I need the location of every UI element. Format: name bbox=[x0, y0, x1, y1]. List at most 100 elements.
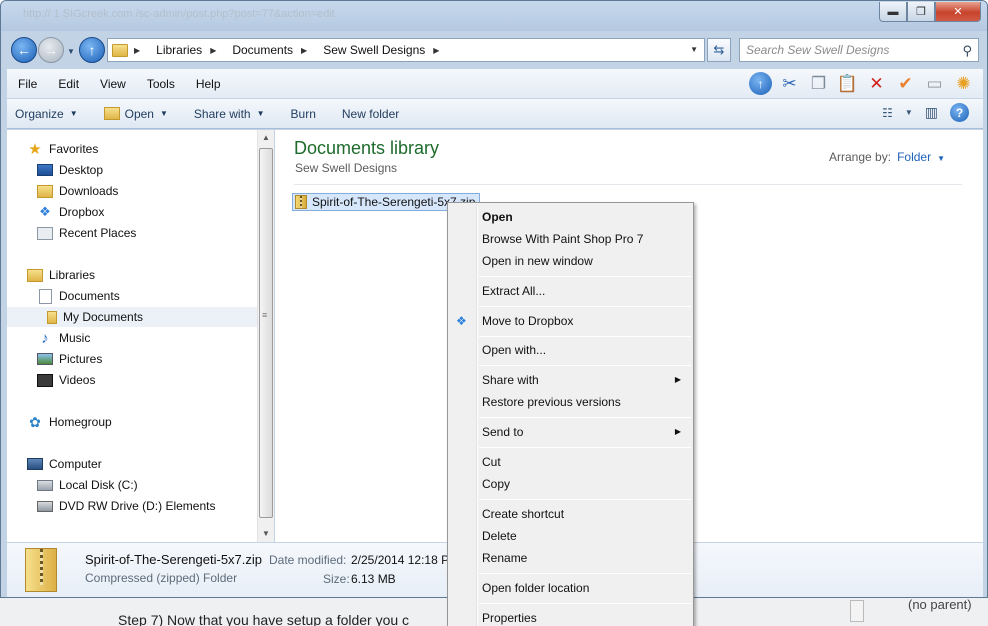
libraries-icon bbox=[27, 268, 43, 282]
ctx-copy[interactable]: Copy bbox=[450, 473, 691, 495]
share-with-button[interactable]: Share with ▼ bbox=[194, 107, 265, 121]
ctx-browse-psp[interactable]: Browse With Paint Shop Pro 7 bbox=[450, 228, 691, 250]
ctx-delete[interactable]: Delete bbox=[450, 525, 691, 547]
nav-downloads[interactable]: Downloads bbox=[37, 181, 118, 201]
scroll-grip-icon: ≡ bbox=[262, 310, 268, 320]
search-input[interactable]: Search Sew Swell Designs ⚲ bbox=[739, 38, 979, 62]
delete-icon[interactable]: ✕ bbox=[865, 72, 888, 95]
paste-icon[interactable]: 📋 bbox=[836, 72, 859, 95]
back-button[interactable]: ← bbox=[11, 37, 37, 63]
menu-file[interactable]: File bbox=[7, 77, 47, 91]
document-icon bbox=[39, 288, 52, 304]
menu-bar: File Edit View Tools Help ↑ ✂ ❐ 📋 ✕ ✔ ▭ … bbox=[7, 69, 983, 99]
nav-favorites[interactable]: ★ Favorites bbox=[27, 139, 98, 159]
nav-documents[interactable]: Documents bbox=[37, 286, 120, 306]
maximize-button[interactable]: ❐ bbox=[907, 2, 935, 22]
arrange-by-value[interactable]: Folder bbox=[897, 150, 931, 164]
nav-recent-places[interactable]: Recent Places bbox=[37, 223, 136, 243]
submenu-arrow-icon: ▶ bbox=[674, 427, 681, 436]
downloads-folder-icon bbox=[37, 184, 53, 198]
close-button[interactable]: ✕ bbox=[935, 2, 981, 22]
details-date-label: Date modified: bbox=[269, 553, 347, 567]
forward-button[interactable]: → bbox=[38, 37, 64, 63]
properties-icon[interactable]: ▭ bbox=[923, 72, 946, 95]
ctx-properties[interactable]: Properties bbox=[450, 607, 691, 626]
ctx-rename[interactable]: Rename bbox=[450, 547, 691, 569]
ctx-separator bbox=[479, 417, 691, 418]
preview-pane-icon[interactable]: ▥ bbox=[925, 104, 938, 121]
ctx-cut[interactable]: Cut bbox=[450, 451, 691, 473]
scroll-down-icon[interactable]: ▼ bbox=[262, 529, 270, 538]
background-url-text: http:// 1 SIGcreek.com /sc-admin/post.ph… bbox=[23, 8, 335, 20]
up-icon[interactable]: ↑ bbox=[749, 72, 772, 95]
nav-videos[interactable]: Videos bbox=[37, 370, 95, 390]
menu-help[interactable]: Help bbox=[185, 77, 231, 91]
address-dropdown-icon[interactable]: ▼ bbox=[690, 45, 698, 54]
nav-music[interactable]: ♪ Music bbox=[37, 328, 90, 348]
shell-icon[interactable]: ✺ bbox=[952, 72, 975, 95]
command-bar-right: ☷ ▼ ▥ ? bbox=[882, 103, 969, 122]
open-button[interactable]: Open ▼ bbox=[103, 107, 168, 121]
nav-my-documents[interactable]: My Documents bbox=[7, 307, 257, 327]
new-folder-button[interactable]: New folder bbox=[342, 107, 399, 121]
nav-dropbox[interactable]: ❖ Dropbox bbox=[37, 202, 104, 222]
check-icon[interactable]: ✔ bbox=[894, 72, 917, 95]
ctx-open-folder-location[interactable]: Open folder location bbox=[450, 577, 691, 599]
help-icon[interactable]: ? bbox=[950, 103, 969, 122]
ctx-open[interactable]: Open bbox=[450, 206, 691, 228]
breadcrumb-documents[interactable]: Documents ▶ bbox=[232, 43, 315, 57]
up-button[interactable]: ↑ bbox=[79, 37, 105, 63]
nav-pane-scrollbar[interactable]: ▲ ≡ ▼ bbox=[257, 130, 274, 542]
breadcrumb-libraries[interactable]: Libraries ▶ bbox=[156, 43, 224, 57]
ctx-separator bbox=[479, 573, 691, 574]
chevron-right-icon: ▶ bbox=[433, 45, 440, 55]
ctx-move-to-dropbox[interactable]: ❖ Move to Dropbox bbox=[450, 310, 691, 332]
copy-icon[interactable]: ❐ bbox=[807, 72, 830, 95]
view-dropdown-icon[interactable]: ▼ bbox=[905, 108, 913, 117]
nav-libraries[interactable]: Libraries bbox=[27, 265, 95, 285]
ctx-share-with[interactable]: Share with ▶ bbox=[450, 369, 691, 391]
ctx-create-shortcut[interactable]: Create shortcut bbox=[450, 503, 691, 525]
cut-icon[interactable]: ✂ bbox=[778, 72, 801, 95]
address-bar[interactable]: ▶ Libraries ▶ Documents ▶ Sew Swell Design… bbox=[107, 38, 705, 62]
nav-computer[interactable]: Computer bbox=[27, 454, 102, 474]
ctx-open-with[interactable]: Open with... bbox=[450, 339, 691, 361]
ctx-open-new-window[interactable]: Open in new window bbox=[450, 250, 691, 272]
nav-pictures[interactable]: Pictures bbox=[37, 349, 102, 369]
chevron-down-icon: ▼ bbox=[69, 109, 78, 118]
nav-homegroup[interactable]: ✿ Homegroup bbox=[27, 412, 112, 432]
chevron-down-icon: ▼ bbox=[159, 109, 168, 118]
details-date-value: 2/25/2014 12:18 PM bbox=[351, 553, 460, 567]
chevron-right-icon: ▶ bbox=[301, 45, 308, 55]
arrow-right-icon: → bbox=[44, 42, 58, 58]
menu-edit[interactable]: Edit bbox=[47, 77, 89, 91]
dropbox-icon: ❖ bbox=[456, 314, 467, 328]
recent-pages-dropdown[interactable]: ▼ bbox=[67, 47, 75, 56]
scroll-thumb[interactable] bbox=[259, 148, 273, 518]
context-menu: Open Browse With Paint Shop Pro 7 Open i… bbox=[447, 202, 694, 626]
breadcrumb-sew-swell-designs[interactable]: Sew Swell Designs ▶ bbox=[323, 43, 447, 57]
scroll-up-icon[interactable]: ▲ bbox=[262, 133, 270, 142]
chevron-down-icon[interactable]: ▼ bbox=[937, 154, 945, 163]
refresh-icon: ⇆ bbox=[713, 42, 725, 57]
search-icon[interactable]: ⚲ bbox=[962, 43, 972, 59]
nav-dvd-drive[interactable]: DVD RW Drive (D:) Elements bbox=[37, 496, 215, 516]
ctx-send-to[interactable]: Send to ▶ bbox=[450, 421, 691, 443]
nav-desktop[interactable]: Desktop bbox=[37, 160, 103, 180]
ctx-separator bbox=[479, 499, 691, 500]
minimize-button[interactable]: ▬ bbox=[879, 2, 907, 22]
background-scrollbar[interactable] bbox=[850, 600, 864, 622]
ctx-extract-all[interactable]: Extract All... bbox=[450, 280, 691, 302]
computer-icon bbox=[27, 458, 43, 470]
nav-local-disk[interactable]: Local Disk (C:) bbox=[37, 475, 138, 495]
menu-view[interactable]: View bbox=[89, 77, 136, 91]
menu-tools[interactable]: Tools bbox=[136, 77, 185, 91]
view-options-icon[interactable]: ☷ bbox=[882, 106, 893, 120]
organize-button[interactable]: Organize ▼ bbox=[15, 107, 78, 121]
folder-icon bbox=[47, 310, 57, 324]
breadcrumb-separator[interactable]: ▶ bbox=[134, 46, 148, 55]
refresh-button[interactable]: ⇆ bbox=[707, 38, 731, 62]
burn-button[interactable]: Burn bbox=[291, 107, 316, 121]
ctx-restore-versions[interactable]: Restore previous versions bbox=[450, 391, 691, 413]
title-bar[interactable]: http:// 1 SIGcreek.com /sc-admin/post.ph… bbox=[1, 1, 987, 31]
